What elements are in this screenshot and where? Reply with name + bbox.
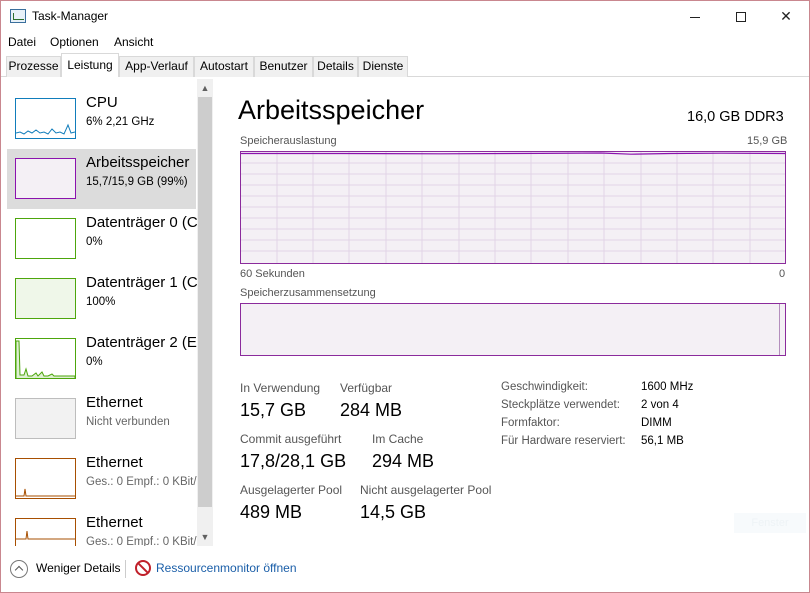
- sidebar-item-label: Datenträger 1 (C: [86, 274, 198, 291]
- hardware-reserved-label: Für Hardware reserviert:: [501, 435, 626, 447]
- sidebar-item-memory[interactable]: Arbeitsspeicher 15,7/15,9 GB (99%): [7, 149, 196, 209]
- slots-label: Steckplätze verwendet:: [501, 399, 620, 411]
- form-factor-label: Formfaktor:: [501, 417, 560, 429]
- scroll-down-icon[interactable]: ▼: [197, 529, 213, 545]
- menu-optionen[interactable]: Optionen: [50, 35, 99, 49]
- sidebar-scrollbar-thumb[interactable]: [198, 97, 212, 507]
- memory-usage-graph-svg: [241, 152, 785, 263]
- form-factor-value: DIMM: [641, 417, 672, 429]
- composition-available-segment: [779, 304, 780, 355]
- paged-pool-value: 489 MB: [240, 502, 303, 522]
- sidebar-item-disk-0[interactable]: Datenträger 0 (C 0%: [7, 209, 198, 269]
- usage-graph-max: 15,9 GB: [747, 135, 788, 147]
- performance-sidebar: CPU 6% 2,21 GHz Arbeitsspeicher 15,7/15,…: [1, 79, 215, 546]
- commit-value: 17,8/28,1 GB: [240, 451, 347, 471]
- sidebar-item-label: CPU: [86, 94, 118, 111]
- sidebar-item-label: Ethernet: [86, 454, 143, 471]
- sidebar-item-label: Datenträger 2 (E: [86, 334, 197, 351]
- cached-value: 294 MB: [372, 451, 435, 471]
- open-resource-monitor-link[interactable]: Ressourcenmonitor öffnen: [156, 561, 297, 575]
- sidebar-item-disk-1[interactable]: Datenträger 1 (C 100%: [7, 269, 198, 329]
- memory-usage-graph: [240, 151, 786, 264]
- close-button[interactable]: ✕: [763, 1, 809, 32]
- sidebar-item-value: 15,7/15,9 GB (99%): [86, 176, 188, 188]
- ethernet-1-thumbnail-graph: [15, 398, 76, 439]
- composition-label: Speicherzusammensetzung: [240, 287, 376, 299]
- speed-label: Geschwindigkeit:: [501, 381, 588, 393]
- sidebar-item-cpu[interactable]: CPU 6% 2,21 GHz: [7, 89, 196, 149]
- paged-pool-label: Ausgelagerter Pool: [240, 483, 343, 497]
- memory-thumbnail-graph: [15, 158, 76, 199]
- tab-benutzer[interactable]: Benutzer: [254, 56, 313, 77]
- time-axis-label: 60 Sekunden: [240, 268, 305, 280]
- fewer-details-link[interactable]: Weniger Details: [36, 561, 120, 575]
- footer: Weniger Details Ressourcenmonitor öffnen: [1, 555, 809, 592]
- tab-dienste[interactable]: Dienste: [358, 56, 408, 77]
- title-bar: Task-Manager ✕: [1, 1, 809, 32]
- disk-2-thumbnail-graph: [15, 338, 76, 379]
- sidebar-item-value: 0%: [86, 356, 103, 368]
- ethernet-3-thumbnail-graph: [15, 518, 76, 546]
- page-title: Arbeitsspeicher: [238, 95, 425, 125]
- tab-autostart[interactable]: Autostart: [194, 56, 254, 77]
- memory-composition-bar: [240, 303, 786, 356]
- cached-label: Im Cache: [372, 432, 424, 446]
- sidebar-item-value: 0%: [86, 236, 103, 248]
- scroll-up-icon[interactable]: ▲: [197, 80, 213, 96]
- available-label: Verfügbar: [340, 381, 393, 395]
- memory-spec: 16,0 GB DDR3: [687, 109, 784, 125]
- time-axis-end: 0: [779, 268, 786, 280]
- sidebar-item-disk-2[interactable]: Datenträger 2 (E 0%: [7, 329, 197, 389]
- minimize-button[interactable]: [672, 1, 718, 32]
- faint-window-button[interactable]: Fenster: [734, 513, 806, 533]
- cpu-thumbnail-graph: [15, 98, 76, 139]
- in-use-label: In Verwendung: [240, 381, 321, 395]
- chevron-up-icon[interactable]: [10, 560, 28, 578]
- task-manager-window: Task-Manager ✕ Datei Optionen Ansicht Pr…: [0, 0, 810, 593]
- sidebar-item-value: Ges.: 0 Empf.: 0 KBit/s: [86, 476, 203, 488]
- sidebar-item-label: Ethernet: [86, 394, 143, 411]
- maximize-icon: [736, 12, 746, 23]
- tab-app-verlauf[interactable]: App-Verlauf: [119, 56, 194, 77]
- sidebar-item-ethernet-1[interactable]: Ethernet Nicht verbunden: [7, 389, 196, 449]
- window-title: Task-Manager: [32, 9, 109, 23]
- sidebar-item-value: Ges.: 0 Empf.: 0 KBit/s: [86, 536, 203, 546]
- tab-prozesse[interactable]: Prozesse: [6, 56, 61, 77]
- usage-graph-label: Speicherauslastung: [240, 135, 337, 147]
- commit-label: Commit ausgeführt: [240, 432, 342, 446]
- menu-ansicht[interactable]: Ansicht: [114, 35, 153, 49]
- tab-leistung[interactable]: Leistung: [61, 53, 119, 77]
- sidebar-item-value: Nicht verbunden: [86, 416, 170, 428]
- sidebar-item-ethernet-3[interactable]: Ethernet Ges.: 0 Empf.: 0 KBit/s: [7, 509, 202, 546]
- disk-0-thumbnail-graph: [15, 218, 76, 259]
- nonpaged-pool-label: Nicht ausgelagerter Pool: [360, 483, 492, 497]
- available-value: 284 MB: [340, 400, 403, 420]
- sidebar-item-label: Arbeitsspeicher: [86, 154, 190, 171]
- task-manager-icon: [10, 9, 26, 23]
- close-icon: ✕: [780, 8, 792, 24]
- slots-value: 2 von 4: [641, 399, 679, 411]
- resource-monitor-icon[interactable]: [135, 560, 151, 576]
- ethernet-2-thumbnail-graph: [15, 458, 76, 499]
- minimize-icon: [690, 16, 700, 18]
- menu-bar: Datei Optionen Ansicht: [1, 32, 809, 52]
- hardware-reserved-value: 56,1 MB: [641, 435, 684, 447]
- sidebar-item-label: Ethernet: [86, 514, 143, 531]
- nonpaged-pool-value: 14,5 GB: [360, 502, 427, 522]
- tab-bar: Prozesse Leistung App-Verlauf Autostart …: [1, 53, 809, 77]
- in-use-value: 15,7 GB: [240, 400, 307, 420]
- disk-1-thumbnail-graph: [15, 278, 76, 319]
- sidebar-item-ethernet-2[interactable]: Ethernet Ges.: 0 Empf.: 0 KBit/s: [7, 449, 202, 509]
- footer-divider: [125, 560, 126, 578]
- maximize-button[interactable]: [718, 1, 764, 32]
- speed-value: 1600 MHz: [641, 381, 694, 393]
- sidebar-item-value: 100%: [86, 296, 116, 308]
- menu-datei[interactable]: Datei: [8, 35, 36, 49]
- sidebar-item-label: Datenträger 0 (C: [86, 214, 198, 231]
- tab-details[interactable]: Details: [313, 56, 358, 77]
- sidebar-item-value: 6% 2,21 GHz: [86, 116, 155, 128]
